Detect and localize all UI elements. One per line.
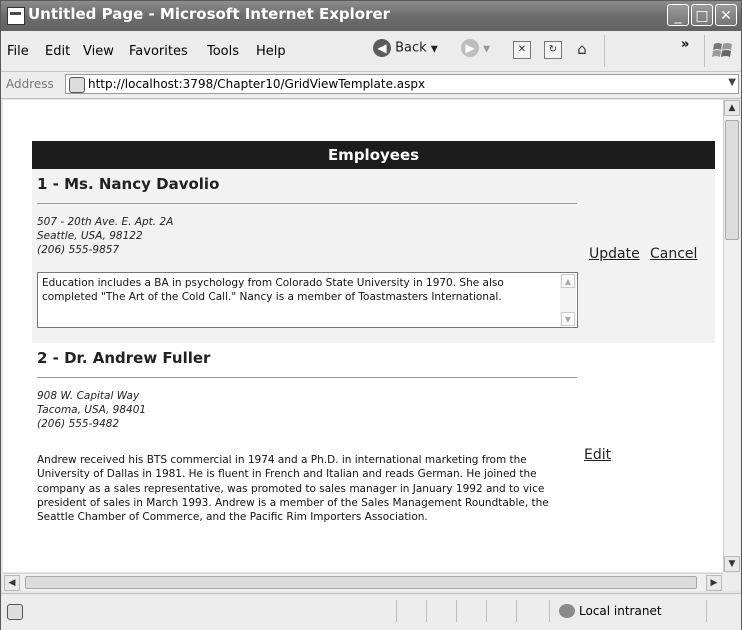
forward-arrow-icon: ▶	[461, 39, 479, 57]
menu-bar: File Edit View Favorites Tools Help ◀ Ba…	[1, 31, 741, 72]
refresh-icon: ↻	[544, 41, 562, 59]
windows-flag-icon	[711, 39, 735, 63]
update-link[interactable]: Update	[589, 246, 640, 262]
window-title: Untitled Page - Microsoft Internet Explo…	[28, 5, 391, 23]
address-dropdown-icon[interactable]: ▼	[728, 77, 736, 88]
grid-row-edit: 1 - Ms. Nancy Davolio 507 - 20th Ave. E.…	[32, 169, 715, 343]
address-input[interactable]: http://localhost:3798/Chapter10/GridView…	[65, 74, 739, 94]
divider-line	[37, 203, 577, 204]
menu-view[interactable]: View	[83, 44, 114, 59]
address-label: Address	[6, 77, 54, 91]
grid-row: 2 - Dr. Andrew Fuller 908 W. Capital Way…	[32, 343, 715, 572]
grid-header: Employees	[32, 141, 715, 169]
toolbar-divider	[604, 35, 605, 67]
back-button[interactable]: ◀ Back ▼	[373, 39, 438, 63]
notes-textarea[interactable]: Education includes a BA in psychology fr…	[37, 272, 578, 328]
toolbar-divider	[704, 35, 705, 67]
minimize-button[interactable]: _	[667, 4, 689, 26]
scroll-right-icon[interactable]: ▶	[706, 575, 722, 591]
phone-line: (206) 555-9482	[37, 418, 120, 430]
intranet-zone-icon	[559, 604, 575, 618]
back-arrow-icon: ◀	[373, 39, 391, 57]
scroll-down-icon[interactable]: ▼	[724, 556, 740, 572]
menu-file[interactable]: File	[7, 44, 29, 59]
scroll-thumb[interactable]	[25, 576, 697, 589]
phone-line: (206) 555-9857	[37, 244, 120, 256]
menu-edit[interactable]: Edit	[45, 44, 70, 59]
title-bar: Untitled Page - Microsoft Internet Explo…	[1, 1, 741, 31]
notes-text: Andrew received his BTS commercial in 19…	[37, 454, 549, 524]
notes-scrollbar[interactable]: ▲ ▼	[560, 274, 576, 326]
status-separator	[549, 600, 550, 622]
cancel-link[interactable]: Cancel	[650, 246, 697, 262]
status-bar: Local intranet	[1, 593, 741, 630]
horizontal-scrollbar[interactable]: ◀ ▶	[3, 573, 723, 591]
status-separator	[456, 600, 457, 622]
scroll-up-icon[interactable]: ▲	[724, 100, 740, 116]
employee-title: 2 - Dr. Andrew Fuller	[37, 349, 211, 367]
dropdown-arrow-icon: ▼	[430, 44, 438, 55]
home-button[interactable]: ⌂	[574, 41, 590, 65]
status-separator	[486, 600, 487, 622]
city-line: Seattle, USA, 98122	[37, 230, 143, 242]
scroll-up-icon[interactable]: ▲	[561, 274, 575, 288]
scrollbar-corner	[723, 573, 740, 591]
status-separator	[396, 600, 397, 622]
address-url: http://localhost:3798/Chapter10/GridView…	[88, 77, 426, 91]
status-separator	[706, 600, 707, 622]
status-separator	[516, 600, 517, 622]
city-line: Tacoma, USA, 98401	[37, 404, 147, 416]
employee-address: 908 W. Capital Way Tacoma, USA, 98401 (2…	[37, 389, 146, 431]
edit-link[interactable]: Edit	[584, 447, 611, 463]
menu-tools[interactable]: Tools	[207, 44, 239, 59]
forward-button[interactable]: ▶ ▼	[461, 39, 490, 63]
close-button[interactable]: ✕	[715, 4, 737, 26]
employee-title: 1 - Ms. Nancy Davolio	[37, 175, 220, 193]
divider-line	[37, 377, 577, 378]
scroll-left-icon[interactable]: ◀	[4, 575, 20, 591]
back-label: Back	[395, 40, 427, 56]
dropdown-arrow-icon: ▼	[483, 44, 491, 55]
address-bar: Address http://localhost:3798/Chapter10/…	[1, 72, 741, 99]
maximize-button[interactable]: □	[691, 4, 713, 26]
refresh-button[interactable]: ↻	[544, 41, 562, 65]
page-status-icon	[7, 604, 23, 620]
notes-text: Education includes a BA in psychology fr…	[42, 277, 504, 303]
home-icon: ⌂	[577, 40, 587, 58]
security-zone-label: Local intranet	[579, 604, 662, 618]
scroll-thumb[interactable]	[725, 120, 739, 240]
menu-help[interactable]: Help	[256, 44, 286, 59]
employees-gridview: Employees 1 - Ms. Nancy Davolio 507 - 20…	[32, 141, 715, 572]
scroll-down-icon[interactable]: ▼	[561, 312, 575, 326]
page-viewport: Employees 1 - Ms. Nancy Davolio 507 - 20…	[3, 100, 723, 572]
status-separator	[426, 600, 427, 622]
toolbar-chevron[interactable]: »	[681, 37, 689, 52]
page-icon	[69, 77, 85, 93]
stop-icon: ✕	[513, 41, 531, 59]
address-line: 507 - 20th Ave. E. Apt. 2A	[37, 216, 174, 228]
vertical-scrollbar[interactable]: ▲ ▼	[723, 100, 740, 572]
browser-window: Untitled Page - Microsoft Internet Explo…	[0, 0, 742, 630]
address-line: 908 W. Capital Way	[37, 390, 140, 402]
menu-favorites[interactable]: Favorites	[129, 44, 188, 59]
ie-page-icon	[7, 7, 25, 25]
employee-address: 507 - 20th Ave. E. Apt. 2A Seattle, USA,…	[37, 215, 173, 257]
stop-button[interactable]: ✕	[513, 41, 531, 65]
